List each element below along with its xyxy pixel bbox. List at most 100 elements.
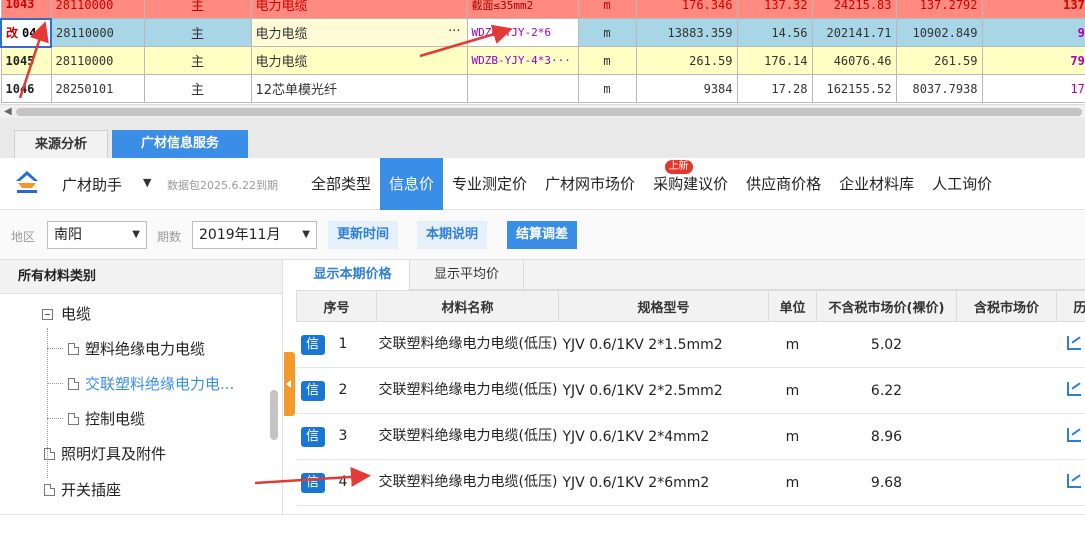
history-cell bbox=[1056, 459, 1085, 506]
nav-supplier-price[interactable]: 供应商价格 bbox=[737, 158, 830, 210]
material-name[interactable]: 12芯单模光纤 bbox=[250, 74, 468, 103]
tree-scrollbar[interactable] bbox=[270, 390, 278, 440]
price-excl-tax[interactable]: 8.96 bbox=[816, 413, 957, 460]
nav-purchase-suggested[interactable]: 上新 采购建议价 bbox=[644, 158, 737, 210]
price-incl-tax[interactable] bbox=[956, 413, 1057, 460]
material-spec[interactable] bbox=[466, 74, 579, 103]
price-incl-tax[interactable] bbox=[956, 367, 1057, 414]
material-name: 交联塑料绝缘电力电缆(低压) bbox=[376, 459, 559, 506]
row-number: 1046 bbox=[0, 74, 52, 103]
material-name: 交联塑料绝缘电力电缆(低压) bbox=[376, 367, 559, 414]
amount: 162155.52 bbox=[811, 74, 897, 103]
grid-row[interactable]: 1043 28110000 主 电力电缆 截面≤35mm2 m 176.346 … bbox=[0, 0, 1085, 19]
trend-chart-icon[interactable] bbox=[1066, 335, 1081, 350]
caret-down-icon: ▼ bbox=[132, 229, 140, 240]
material-name[interactable]: 电力电缆 bbox=[250, 46, 468, 75]
material-unit: m bbox=[768, 413, 817, 460]
collapse-icon[interactable] bbox=[42, 309, 53, 320]
row-index-text: 4 bbox=[338, 473, 348, 490]
material-name[interactable]: 电力电缆 ··· bbox=[250, 18, 468, 47]
tree-header: 所有材料类别 bbox=[0, 260, 282, 294]
material-spec[interactable]: WDZB-YJY-4*3··· bbox=[466, 46, 579, 75]
tab-current-price[interactable]: 显示本期价格 bbox=[296, 260, 410, 290]
document-icon bbox=[44, 484, 55, 496]
package-expiry: 数据包2025.6.22到期 bbox=[167, 179, 278, 192]
tab-source-analysis[interactable]: 来源分析 bbox=[14, 130, 108, 158]
scroll-left-icon[interactable]: ◀ bbox=[4, 106, 12, 117]
table-row[interactable]: 信2 交联塑料绝缘电力电缆(低压) YJV 0.6/1KV 2*2.5mm2 m… bbox=[296, 367, 1085, 414]
material-type: 主 bbox=[143, 74, 252, 103]
budget-grid: 1043 28110000 主 电力电缆 截面≤35mm2 m 176.346 … bbox=[0, 0, 1085, 104]
nav-manual-inquiry[interactable]: 人工询价 bbox=[923, 158, 1001, 210]
scrollbar-thumb[interactable] bbox=[16, 108, 1082, 116]
region-value: 南阳 bbox=[54, 227, 82, 243]
unit-price[interactable]: 14.56 bbox=[736, 18, 813, 47]
settle-adjust-button[interactable]: 结算调差 bbox=[507, 221, 578, 249]
row-index: 信4 bbox=[296, 459, 377, 506]
col-material-name[interactable]: 材料名称 bbox=[376, 290, 559, 322]
grid-row[interactable]: 1046 28250101 主 12芯单模光纤 m 9384 17.28 162… bbox=[0, 74, 1085, 103]
price-incl-tax[interactable] bbox=[956, 459, 1057, 506]
col-history[interactable]: 历史 bbox=[1056, 290, 1085, 322]
info-badge: 信 bbox=[300, 472, 325, 493]
nav-market-price[interactable]: 广材网市场价 bbox=[536, 158, 644, 210]
material-spec: YJV 0.6/1KV 2*4mm2 bbox=[558, 413, 769, 460]
price-view-tabs: 显示本期价格 显示平均价 bbox=[296, 260, 1085, 290]
update-time-button[interactable]: 更新时间 bbox=[328, 221, 399, 249]
nav-all-types[interactable]: 全部类型 bbox=[302, 158, 380, 210]
unit-price[interactable]: 176.14 bbox=[736, 46, 813, 75]
tree-node-switch-socket[interactable]: 开关插座 bbox=[44, 479, 121, 500]
trend-chart-icon[interactable] bbox=[1066, 473, 1081, 488]
table-row[interactable]: 信4 交联塑料绝缘电力电缆(低压) YJV 0.6/1KV 2*6mm2 m 9… bbox=[296, 459, 1085, 506]
unit-price[interactable]: 137.32 bbox=[736, 0, 813, 19]
trend-chart-icon[interactable] bbox=[1066, 381, 1081, 396]
material-name: 交联塑料绝缘电力电缆(低压) bbox=[376, 413, 559, 460]
tab-guangcai-info-service[interactable]: 广材信息服务 bbox=[112, 130, 248, 158]
price-excl-tax[interactable]: 9.68 bbox=[816, 459, 957, 506]
col-price-excl-tax[interactable]: 不含税市场价(裸价) bbox=[816, 290, 957, 322]
table-row[interactable]: 信3 交联塑料绝缘电力电缆(低压) YJV 0.6/1KV 2*4mm2 m 8… bbox=[296, 413, 1085, 460]
nav-professional-price[interactable]: 专业测定价 bbox=[443, 158, 536, 210]
collapse-panel-handle[interactable] bbox=[284, 352, 295, 416]
material-spec[interactable]: 截面≤35mm2 bbox=[466, 0, 579, 19]
tree-node-xlpe-cable[interactable]: 交联塑料绝缘电力电... bbox=[68, 373, 234, 394]
unit-price[interactable]: 17.28 bbox=[736, 74, 813, 103]
material-unit: m bbox=[577, 46, 637, 75]
period-note-button[interactable]: 本期说明 bbox=[417, 221, 488, 249]
caret-down-icon[interactable]: ▼ bbox=[143, 176, 151, 189]
price-incl-tax[interactable] bbox=[956, 321, 1057, 368]
brand-name[interactable]: 广材助手 bbox=[62, 174, 122, 195]
row-index-text: 3 bbox=[338, 427, 348, 444]
material-code: 28110000 bbox=[50, 18, 145, 47]
table-row[interactable]: 信1 交联塑料绝缘电力电缆(低压) YJV 0.6/1KV 2*1.5mm2 m… bbox=[296, 321, 1085, 368]
more-button[interactable]: ··· bbox=[448, 24, 460, 39]
grid-row[interactable]: 1045 28110000 主 电力电缆 WDZB-YJY-4*3··· m 2… bbox=[0, 46, 1085, 75]
trend-chart-icon[interactable] bbox=[1066, 427, 1081, 442]
tree-node-cable[interactable]: 电缆 bbox=[42, 303, 91, 324]
tree-node-plastic-cable[interactable]: 塑料绝缘电力电缆 bbox=[68, 338, 205, 359]
grid-row-selected[interactable]: 改 04 28110000 主 电力电缆 ··· WDZB-YJY-2*6 m 13… bbox=[0, 17, 1085, 48]
tree-node-lighting[interactable]: 照明灯具及附件 bbox=[44, 443, 166, 464]
material-code: 28110000 bbox=[50, 46, 145, 75]
material-spec[interactable]: WDZB-YJY-2*6 bbox=[466, 18, 579, 47]
region-select[interactable]: 南阳 ▼ bbox=[47, 221, 147, 249]
col-price-incl-tax[interactable]: 含税市场价 bbox=[956, 290, 1057, 322]
col-spec[interactable]: 规格型号 bbox=[558, 290, 769, 322]
nav-info-price[interactable]: 信息价 bbox=[380, 158, 444, 210]
filter-bar: 地区 南阳 ▼ 期数 2019年11月 ▼ 更新时间 本期说明 结算调差 bbox=[0, 210, 1085, 260]
price-excl-tax[interactable]: 6.22 bbox=[816, 367, 957, 414]
nav-enterprise-library[interactable]: 企业材料库 bbox=[830, 158, 923, 210]
tab-average-price[interactable]: 显示平均价 bbox=[410, 260, 524, 290]
category-tree: 所有材料类别 电缆 塑料绝缘电力电缆 交联塑料绝缘电力电... 控制电缆 照明灯… bbox=[0, 260, 283, 514]
tree-node-control-cable[interactable]: 控制电缆 bbox=[68, 408, 145, 429]
value-col-1: 10902.849 bbox=[895, 18, 983, 47]
price-excl-tax[interactable]: 5.02 bbox=[816, 321, 957, 368]
material-name[interactable]: 电力电缆 bbox=[250, 0, 468, 19]
col-index[interactable]: 序号 bbox=[296, 290, 377, 322]
period-select[interactable]: 2019年11月 ▼ bbox=[192, 221, 317, 249]
status-strip bbox=[0, 514, 1085, 555]
info-badge: 信 bbox=[300, 426, 325, 447]
col-unit[interactable]: 单位 bbox=[768, 290, 817, 322]
horizontal-scrollbar[interactable]: ◀ bbox=[0, 104, 1085, 118]
amount: 24215.83 bbox=[811, 0, 897, 19]
